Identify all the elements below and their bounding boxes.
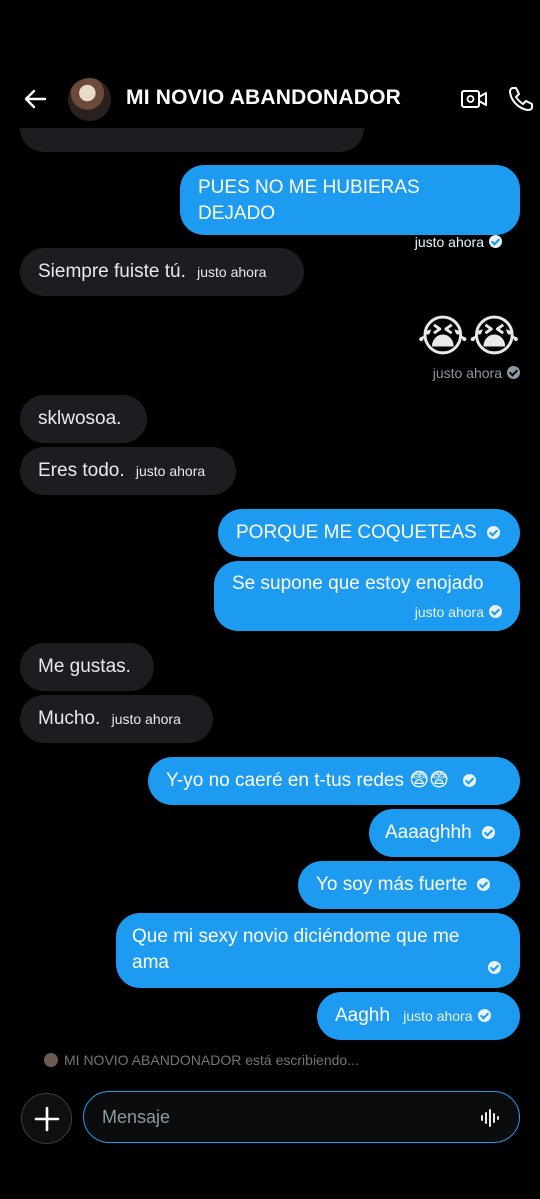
checkmark-circle-icon [489,235,502,248]
message-bubble-incoming[interactable]: Eres todo. justo ahora [20,447,236,495]
waveform-icon[interactable] [479,1107,501,1129]
message-bubble-incoming[interactable]: Mucho. justo ahora [20,695,213,743]
message-bubble-incoming[interactable]: Siempre fuiste tú. justo ahora [20,248,304,296]
message-text: Yo soy más fuerte [316,874,468,895]
message-bubble-outgoing[interactable]: Se supone que estoy enojado justo ahora [214,561,520,631]
message-text: PORQUE ME COQUETEAS [236,522,477,543]
message-time: justo ahora [197,264,267,280]
contact-name[interactable]: MI NOVIO ABANDONADOR [126,86,401,110]
message-composer[interactable] [83,1091,520,1143]
message-bubble-incoming [20,128,364,152]
message-text: Me gustas. [38,656,131,677]
chat-header: MI NOVIO ABANDONADOR [0,70,540,128]
message-bubble-outgoing[interactable]: Aaghh justo ahora [317,992,520,1040]
checkmark-circle-icon [477,1009,491,1022]
contact-avatar[interactable] [68,78,111,121]
message-text: PUES NO ME HUBIERAS DEJADO [198,177,420,224]
checkmark-circle-icon [489,605,502,618]
message-text: Eres todo. [38,460,125,481]
message-bubble-incoming[interactable]: sklwosoa. [20,395,147,443]
checkmark-circle-icon [481,826,495,839]
message-bubble-incoming[interactable]: Me gustas. [20,643,154,691]
typing-avatar [44,1053,58,1067]
message-time: justo ahora [403,1008,473,1024]
arrow-left-icon[interactable] [20,84,50,114]
message-bubble-outgoing[interactable]: PORQUE ME COQUETEAS [218,509,520,557]
message-list[interactable]: PUES NO ME HUBIERAS DEJADO justo ahora S… [0,128,540,1048]
checkmark-circle-icon [477,878,491,891]
message-bubble-outgoing[interactable]: PUES NO ME HUBIERAS DEJADO justo ahora [180,165,520,250]
checkmark-circle-icon [507,366,520,379]
message-bubble-outgoing[interactable]: Y-yo no caeré en t-tus redes 😨😨 [148,757,520,805]
video-camera-icon[interactable] [460,86,488,112]
message-text: Aaghh [335,1005,390,1026]
message-meta: justo ahora [433,365,520,381]
plus-icon [34,1106,59,1131]
message-bubble-outgoing[interactable]: Aaaaghhh [369,809,520,857]
checkmark-circle-icon [488,961,501,974]
message-text: Y-yo no caeré en t-tus redes 😨😨 [166,770,449,791]
message-input[interactable] [102,1104,462,1130]
phone-icon[interactable] [506,84,536,114]
checkmark-circle-icon [462,774,476,787]
add-attachment-button[interactable] [21,1093,72,1144]
message-time: justo ahora [414,604,484,620]
message-text: Aaaaghhh [385,822,472,843]
message-time: justo ahora [111,711,181,727]
message-bubble-outgoing[interactable]: Que mi sexy novio diciéndome que me ama [116,913,520,988]
message-text: Siempre fuiste tú. [38,261,186,282]
message-time: justo ahora [432,365,502,381]
message-meta: justo ahora [232,599,502,625]
checkmark-circle-icon [486,526,500,539]
message-text: Que mi sexy novio diciéndome que me ama [132,926,460,973]
message-time: justo ahora [135,463,206,479]
message-time: justo ahora [414,234,484,250]
message-text: Mucho. [38,708,101,729]
message-emoji[interactable]: 😭😭 [417,312,520,362]
message-bubble-outgoing[interactable]: Yo soy más fuerte [298,861,520,909]
message-text: sklwosoa. [38,408,122,429]
message-text: Se supone que estoy enojado [232,573,484,594]
typing-indicator: MI NOVIO ABANDONADOR está escribiendo... [64,1052,359,1068]
